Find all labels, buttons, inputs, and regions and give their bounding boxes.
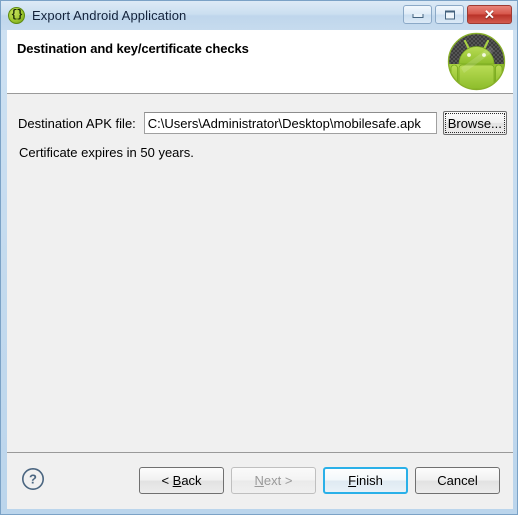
svg-text:?: ? — [29, 472, 37, 487]
finish-button-suffix: inish — [356, 473, 383, 488]
window-title: Export Android Application — [32, 8, 187, 23]
close-button[interactable]: ✕ — [467, 5, 512, 24]
minimize-button[interactable] — [403, 5, 432, 24]
next-button-mnemonic: N — [254, 473, 264, 488]
maximize-button[interactable] — [435, 5, 464, 24]
browse-button[interactable]: Browse... — [442, 111, 507, 135]
browse-button-label: Browse... — [447, 115, 502, 131]
page-title: Destination and key/certificate checks — [17, 41, 249, 56]
cancel-button[interactable]: Cancel — [415, 467, 500, 494]
export-android-application-dialog: {} Export Android Application ✕ Destinat… — [0, 0, 518, 515]
dialog-button-bar: ? < Back Next > Finish Cancel — [7, 452, 513, 509]
maximize-icon — [444, 10, 455, 19]
back-button-prefix: < — [161, 473, 173, 488]
next-button[interactable]: Next > — [231, 467, 316, 494]
destination-apk-input[interactable] — [143, 112, 437, 134]
next-button-suffix: ext > — [263, 473, 293, 488]
title-bar: {} Export Android Application ✕ — [1, 1, 517, 30]
braces-circle-icon: {} — [8, 7, 25, 24]
wizard-content: Destination APK file: Browse... Certific… — [7, 94, 513, 452]
wizard-nav-buttons: < Back Next > Finish Cancel — [139, 467, 500, 494]
back-button-suffix: ack — [181, 473, 202, 488]
back-button[interactable]: < Back — [139, 467, 224, 494]
wizard-header: Destination and key/certificate checks — [7, 30, 513, 94]
window-controls: ✕ — [403, 5, 512, 24]
help-icon[interactable]: ? — [21, 467, 45, 491]
destination-apk-label: Destination APK file: — [18, 115, 136, 131]
close-icon: ✕ — [484, 7, 495, 22]
destination-apk-row: Destination APK file: Browse... — [7, 110, 513, 136]
certificate-expiry-note: Certificate expires in 50 years. — [19, 145, 194, 160]
android-robot-logo — [447, 32, 506, 91]
minimize-icon — [412, 13, 423, 18]
finish-button-mnemonic: F — [348, 473, 357, 488]
finish-button[interactable]: Finish — [323, 467, 408, 494]
